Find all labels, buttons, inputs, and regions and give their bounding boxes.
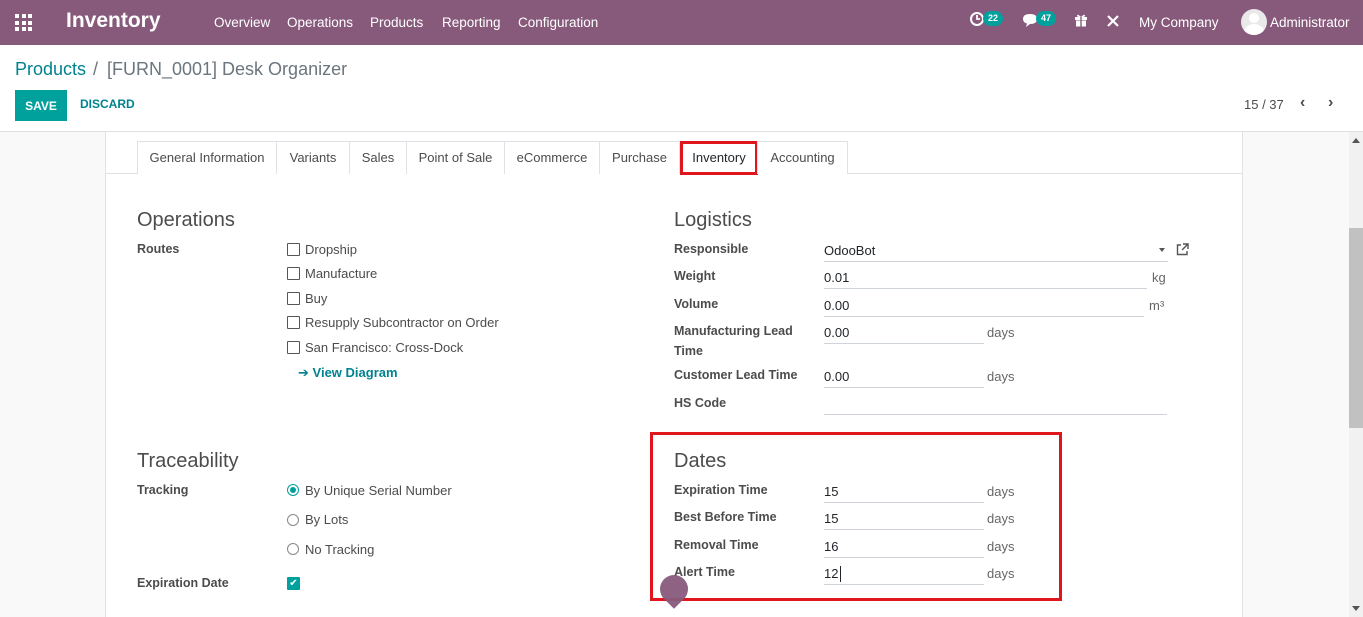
mfg-lead-label-line1: Manufacturing Lead [674, 324, 793, 338]
tracking-none-label: No Tracking [305, 542, 375, 557]
responsible-input[interactable]: OdooBot [824, 240, 1168, 262]
weight-label: Weight [674, 269, 716, 283]
discard-button[interactable]: DISCARD [80, 97, 135, 111]
user-avatar[interactable] [1241, 9, 1267, 35]
mfg-lead-input[interactable]: 0.00 [824, 322, 984, 344]
route-buy-checkbox[interactable] [287, 292, 300, 305]
gift-icon[interactable] [1074, 13, 1088, 31]
tracking-serial-radio[interactable] [287, 484, 299, 496]
arrow-right-icon: ➔ [298, 365, 313, 380]
debug-tools-icon[interactable] [1106, 14, 1120, 32]
tracking-serial-label: By Unique Serial Number [305, 483, 452, 498]
scroll-up-icon[interactable] [1352, 138, 1360, 143]
menu-operations[interactable]: Operations [287, 15, 353, 30]
save-button[interactable]: SAVE [15, 90, 67, 121]
menu-reporting[interactable]: Reporting [442, 15, 501, 30]
pager-value[interactable]: 15 / 37 [1244, 97, 1284, 112]
logistics-title: Logistics [674, 209, 752, 231]
dropdown-caret-icon[interactable] [1159, 248, 1165, 252]
breadcrumb-current: [FURN_0001] Desk Organizer [107, 59, 348, 79]
tracking-label: Tracking [137, 483, 189, 497]
company-switcher[interactable]: My Company [1139, 15, 1219, 30]
tab-accounting[interactable]: Accounting [757, 141, 848, 174]
mfg-lead-unit: days [987, 325, 1015, 340]
route-resupply-label: Resupply Subcontractor on Order [305, 315, 499, 330]
expiration-date-checkbox[interactable]: ✔ [287, 577, 300, 590]
volume-unit: m³ [1149, 298, 1165, 313]
messages-badge: 47 [1036, 11, 1057, 26]
routes-label: Routes [137, 242, 180, 256]
mfg-lead-label-line2: Time [674, 344, 703, 358]
route-crossdock-label: San Francisco: Cross-Dock [305, 340, 464, 355]
tab-ecommerce[interactable]: eCommerce [504, 141, 600, 174]
route-crossdock-checkbox[interactable] [287, 341, 300, 354]
route-manufacture-checkbox[interactable] [287, 267, 300, 280]
pager-prev-icon[interactable]: ‹ [1300, 94, 1305, 112]
route-buy-label: Buy [305, 291, 328, 306]
scroll-down-icon[interactable] [1352, 606, 1360, 611]
breadcrumb-separator: / [93, 59, 99, 79]
tab-general-information[interactable]: General Information [137, 141, 277, 174]
apps-menu-icon[interactable] [15, 14, 32, 31]
route-resupply-checkbox[interactable] [287, 316, 300, 329]
route-dropship-checkbox[interactable] [287, 243, 300, 256]
customer-lead-unit: days [987, 369, 1015, 384]
menu-configuration[interactable]: Configuration [518, 15, 598, 30]
user-menu[interactable]: Administrator [1270, 15, 1350, 30]
customer-lead-input[interactable]: 0.00 [824, 366, 984, 388]
menu-overview[interactable]: Overview [214, 15, 270, 30]
pager-next-icon[interactable]: › [1328, 94, 1333, 112]
tracking-lots-radio[interactable] [287, 514, 299, 526]
route-dropship-label: Dropship [305, 242, 358, 257]
dates-highlight-box [650, 432, 1062, 601]
weight-unit: kg [1152, 270, 1166, 285]
tab-sales[interactable]: Sales [349, 141, 407, 174]
tracking-none-radio[interactable] [287, 543, 299, 555]
responsible-label: Responsible [674, 242, 749, 256]
operations-title: Operations [137, 209, 235, 231]
tab-variants[interactable]: Variants [276, 141, 350, 174]
hs-code-label: HS Code [674, 396, 727, 410]
hs-code-input[interactable] [824, 393, 1167, 415]
expiration-date-label: Expiration Date [137, 576, 229, 590]
route-manufacture-label: Manufacture [305, 266, 378, 281]
scrollbar-thumb[interactable] [1349, 228, 1363, 428]
external-link-icon[interactable] [1176, 243, 1189, 259]
tracking-lots-label: By Lots [305, 512, 349, 527]
control-panel: Products / [FURN_0001] Desk Organizer SA… [0, 45, 1363, 132]
menu-products[interactable]: Products [370, 15, 423, 30]
volume-label: Volume [674, 297, 719, 311]
activity-badge: 22 [983, 11, 1004, 26]
weight-input[interactable]: 0.01 [824, 267, 1147, 289]
traceability-title: Traceability [137, 450, 239, 472]
app-name[interactable]: Inventory [66, 9, 161, 33]
tab-purchase[interactable]: Purchase [599, 141, 680, 174]
breadcrumb-products[interactable]: Products [15, 59, 86, 80]
tab-point-of-sale[interactable]: Point of Sale [406, 141, 505, 174]
view-diagram-label: View Diagram [312, 365, 398, 380]
top-navbar: Inventory Overview Operations Products R… [0, 0, 1363, 45]
customer-lead-label: Customer Lead Time [674, 368, 798, 382]
view-diagram-link[interactable]: ➔ View Diagram [298, 365, 398, 381]
tab-inventory[interactable]: Inventory [680, 141, 758, 175]
volume-input[interactable]: 0.00 [824, 295, 1144, 317]
